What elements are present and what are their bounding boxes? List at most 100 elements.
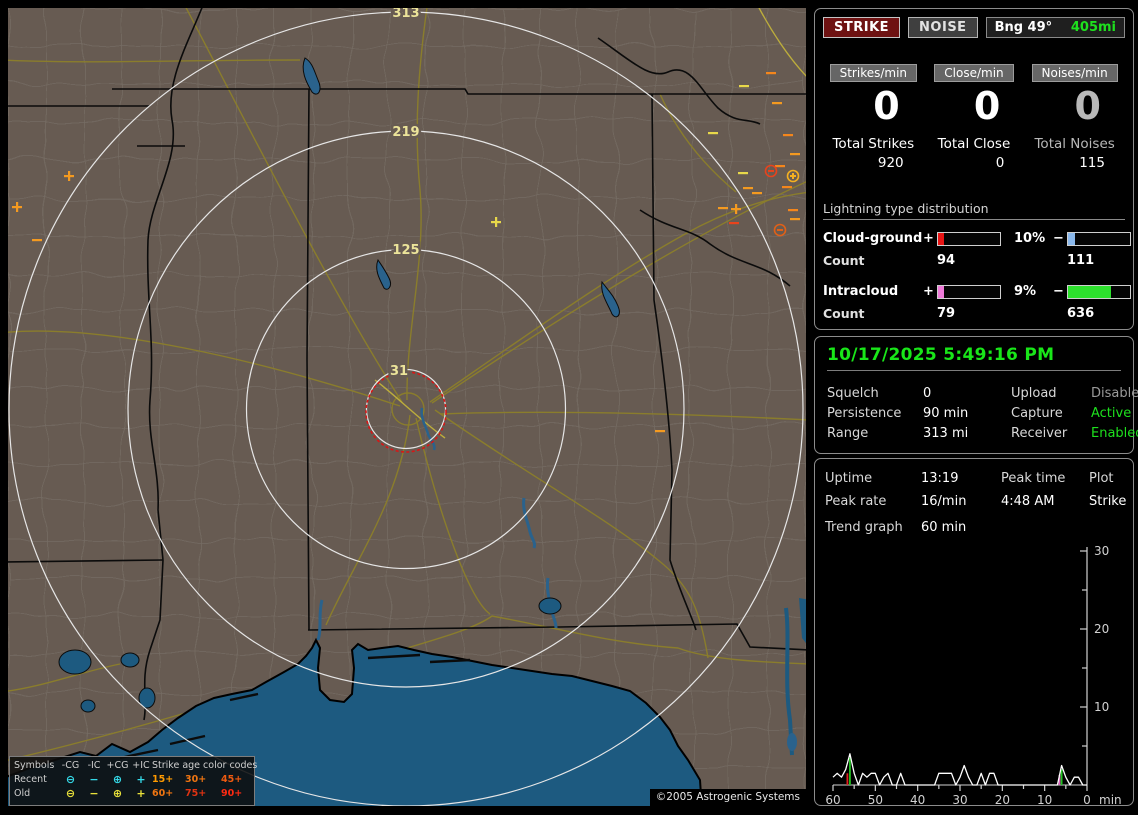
ic-plus-count: 79 xyxy=(937,306,1009,321)
plot-label: Plot xyxy=(1089,471,1126,486)
total-noises-label: Total Noises xyxy=(1024,136,1125,152)
age-code: 45+ xyxy=(221,773,257,787)
legend-col-pos-ic: +IC xyxy=(130,759,152,773)
ic-minus-count: 636 xyxy=(1067,306,1138,321)
total-noises-value: 115 xyxy=(1024,155,1125,171)
minus-icon: − xyxy=(83,773,105,787)
peak-time-label: Peak time xyxy=(1001,471,1089,486)
legend-col-neg-cg: -CG xyxy=(58,759,83,773)
status-panel: STRIKE NOISE Bng 49° 405mi Strikes/min 0… xyxy=(812,0,1138,812)
svg-text:40: 40 xyxy=(910,793,925,807)
svg-text:219: 219 xyxy=(392,125,419,140)
svg-text:313: 313 xyxy=(392,8,419,21)
strikes-counter: Strikes/min 0 Total Strikes 920 xyxy=(823,62,924,171)
plus-icon: + xyxy=(130,773,152,787)
close-counter: Close/min 0 Total Close 0 xyxy=(924,62,1025,171)
intracloud-label: Intracloud xyxy=(823,284,923,299)
cloud-ground-label: Cloud-ground xyxy=(823,231,923,246)
cg-minus-bar xyxy=(1067,232,1131,246)
circle-plus-icon: ⊕ xyxy=(105,773,130,787)
total-strikes-value: 920 xyxy=(823,155,924,171)
squelch-value: 0 xyxy=(923,386,1011,401)
ic-minus-bar xyxy=(1067,285,1131,299)
noise-toggle-button[interactable]: NOISE xyxy=(908,17,978,38)
range-value: 313 mi xyxy=(923,426,1011,441)
total-close-label: Total Close xyxy=(924,136,1025,152)
map-legend: Symbols -CG -IC +CG +IC Strike age color… xyxy=(9,756,255,806)
trend-section: Uptime 13:19 Peak time Plot Peak rate 16… xyxy=(814,458,1134,806)
trend-graph-label: Trend graph xyxy=(825,520,921,535)
svg-text:min: min xyxy=(1099,793,1122,807)
uptime-value: 13:19 xyxy=(921,471,1001,486)
svg-text:10: 10 xyxy=(1094,700,1109,714)
datetime-section: 10/17/2025 5:49:16 PM Squelch 0 Upload D… xyxy=(814,336,1134,454)
receiver-label: Receiver xyxy=(1011,426,1091,441)
total-close-value: 0 xyxy=(924,155,1025,171)
circle-plus-icon: ⊕ xyxy=(105,787,130,801)
legend-row-old-label: Old xyxy=(14,787,58,801)
legend-col-neg-ic: -IC xyxy=(83,759,105,773)
age-code: 75+ xyxy=(185,787,221,801)
lightning-map[interactable]: 313 219 125 31 Symbols -CG -IC +CG +IC Stri… xyxy=(8,8,806,806)
bearing-display: Bng 49° 405mi xyxy=(986,17,1125,38)
strikes-per-min-chip: Strikes/min xyxy=(830,64,917,82)
counters-section: STRIKE NOISE Bng 49° 405mi Strikes/min 0… xyxy=(814,8,1134,330)
minus-sign: − xyxy=(1053,284,1067,299)
cg-plus-pct: 10% xyxy=(1009,231,1053,246)
svg-text:10: 10 xyxy=(1037,793,1052,807)
plus-icon: + xyxy=(130,787,152,801)
copyright-label: ©2005 Astrogenic Systems xyxy=(650,789,806,806)
plot-value: Strike xyxy=(1089,494,1126,509)
trend-graph-value: 60 min xyxy=(921,520,1123,535)
age-code: 60+ xyxy=(152,787,185,801)
range-label: Range xyxy=(827,426,923,441)
svg-text:0: 0 xyxy=(1083,793,1091,807)
persistence-value: 90 min xyxy=(923,406,1011,421)
close-per-min-value: 0 xyxy=(924,84,1025,128)
svg-text:20: 20 xyxy=(1094,622,1109,636)
svg-text:50: 50 xyxy=(868,793,883,807)
peak-time-value: 4:48 AM xyxy=(1001,494,1089,509)
minus-sign: − xyxy=(1053,231,1067,246)
age-code: 90+ xyxy=(221,787,257,801)
age-code: 30+ xyxy=(185,773,221,787)
uptime-label: Uptime xyxy=(825,471,921,486)
lightning-distribution: Lightning type distribution Cloud-ground… xyxy=(823,201,1125,321)
distribution-title: Lightning type distribution xyxy=(823,201,1125,220)
svg-text:31: 31 xyxy=(390,364,408,379)
cg-plus-count: 94 xyxy=(937,253,1009,268)
ic-plus-bar xyxy=(937,285,1001,299)
svg-text:20: 20 xyxy=(995,793,1010,807)
capture-status: Active xyxy=(1091,406,1138,421)
current-datetime: 10/17/2025 5:49:16 PM xyxy=(827,345,1121,371)
close-per-min-chip: Close/min xyxy=(934,64,1013,82)
cg-plus-bar xyxy=(937,232,1001,246)
noises-per-min-chip: Noises/min xyxy=(1032,64,1118,82)
circle-minus-icon: ⊖ xyxy=(58,787,83,801)
total-strikes-label: Total Strikes xyxy=(823,136,924,152)
cg-count-label: Count xyxy=(823,253,923,268)
circle-minus-icon: ⊖ xyxy=(58,773,83,787)
strike-trend-graph: 10 20 30 60 50 40 30 20 10 0 min xyxy=(825,539,1123,815)
noises-counter: Noises/min 0 Total Noises 115 xyxy=(1024,62,1125,171)
ic-plus-pct: 9% xyxy=(1009,284,1053,299)
svg-text:125: 125 xyxy=(392,243,419,258)
svg-text:30: 30 xyxy=(952,793,967,807)
svg-text:30: 30 xyxy=(1094,544,1109,558)
peak-rate-label: Peak rate xyxy=(825,494,921,509)
capture-label: Capture xyxy=(1011,406,1091,421)
bearing-label: Bng 49° xyxy=(995,20,1053,35)
legend-row-recent-label: Recent xyxy=(14,773,58,787)
svg-text:60: 60 xyxy=(825,793,840,807)
legend-col-pos-cg: +CG xyxy=(105,759,130,773)
squelch-label: Squelch xyxy=(827,386,923,401)
map-canvas[interactable]: 313 219 125 31 xyxy=(8,8,806,806)
ic-count-label: Count xyxy=(823,306,923,321)
receiver-status: Enabled xyxy=(1091,426,1138,441)
noises-per-min-value: 0 xyxy=(1024,84,1125,128)
legend-age-header: Strike age color codes xyxy=(152,759,257,773)
strike-toggle-button[interactable]: STRIKE xyxy=(823,17,900,38)
plus-sign: + xyxy=(923,284,937,299)
persistence-label: Persistence xyxy=(827,406,923,421)
upload-status: Disabled xyxy=(1091,386,1138,401)
